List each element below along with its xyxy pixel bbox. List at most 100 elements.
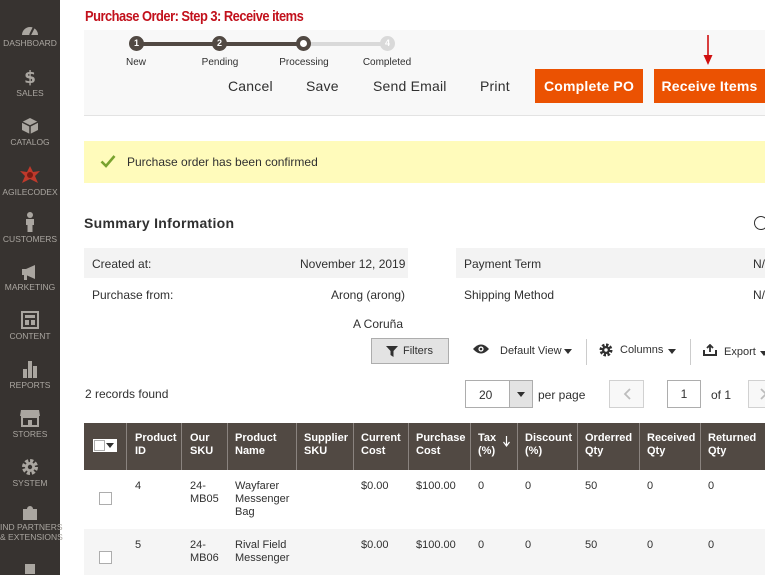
column-header-product-id[interactable]: Product ID: [135, 432, 177, 458]
column-header-returned-qty[interactable]: Returned Qty: [708, 432, 756, 458]
receive-items-button[interactable]: Receive Items: [654, 69, 765, 103]
nav-marketing[interactable]: MARKETING: [0, 264, 60, 292]
cell-discount: 0: [525, 480, 532, 492]
column-header-line: Name: [235, 445, 265, 457]
table-header: Product ID Our SKU Product Name Supplier SKU…: [84, 423, 765, 470]
cell-line: MB06: [190, 552, 219, 564]
nav-agilecodex[interactable]: AGILECODEX: [0, 165, 60, 197]
dashboard-icon: [22, 26, 38, 36]
cell-line: Rival Field: [235, 539, 287, 551]
save-button[interactable]: Save: [306, 78, 339, 94]
column-divider: [577, 423, 578, 470]
sort-arrow-icon[interactable]: [503, 436, 510, 447]
person-icon: [26, 212, 34, 232]
step-3-marker: [296, 36, 311, 51]
cell-line: 24-: [190, 539, 206, 551]
print-button[interactable]: Print: [480, 78, 510, 94]
nav-dashboard[interactable]: DASHBOARD: [0, 22, 60, 48]
cell-purchase-cost: $100.00: [416, 539, 456, 551]
nav-reports-label: REPORTS: [9, 380, 51, 390]
column-header-supplier-sku[interactable]: Supplier SKU: [304, 432, 348, 458]
per-page-select[interactable]: 20: [465, 380, 533, 408]
nav-partners-label: IND PARTNERS & EXTENSIONS: [0, 522, 63, 542]
column-header-line: (%): [525, 445, 543, 457]
nav-system[interactable]: SYSTEM: [0, 458, 60, 488]
column-header-product-name[interactable]: Product Name: [235, 432, 277, 458]
records-found: 2 records found: [85, 387, 169, 401]
puzzle-icon: [23, 506, 37, 520]
column-divider: [470, 423, 471, 470]
eye-icon: [473, 344, 489, 354]
filters-button-label: Filters: [403, 345, 433, 357]
success-message: Purchase order has been confirmed: [84, 141, 765, 183]
nav-catalog-label: CATALOG: [10, 137, 50, 147]
column-header-received-qty[interactable]: Received Qty: [647, 432, 695, 458]
column-header-current-cost[interactable]: Current Cost: [361, 432, 401, 458]
column-header-tax[interactable]: Tax (%): [478, 432, 496, 458]
column-header-line: Product: [235, 432, 277, 444]
column-divider: [517, 423, 518, 470]
chevron-down-icon: [668, 349, 676, 354]
cell-ordered-qty: 50: [585, 539, 598, 551]
purchase-from-row: Purchase from: Arong (arong): [84, 279, 408, 309]
nav-dashboard-label: DASHBOARD: [3, 38, 57, 48]
nav-catalog[interactable]: CATALOG: [0, 117, 60, 147]
select-all-checkbox[interactable]: [94, 440, 105, 451]
page-number-input[interactable]: 1: [667, 380, 701, 408]
row-checkbox[interactable]: [99, 551, 112, 564]
toolbar-divider: [690, 339, 691, 365]
table-row[interactable]: 5 24- MB06 Rival Field Messenger $0.00 $10…: [84, 529, 765, 575]
column-header-line: Cost: [361, 445, 386, 457]
created-at-row: Created at: November 12, 2019: [84, 248, 408, 278]
purchase-from-label: Purchase from:: [92, 288, 174, 302]
per-page-toggle[interactable]: [509, 381, 532, 407]
column-divider: [296, 423, 297, 470]
per-page-value: 20: [479, 388, 493, 402]
purchase-from-city-row: A Coruña: [84, 308, 408, 338]
cancel-button[interactable]: Cancel: [228, 78, 273, 94]
nav-sales-label: SALES: [16, 88, 44, 98]
shipping-method-row: Shipping Method N/: [456, 279, 765, 309]
nav-content[interactable]: CONTENT: [0, 311, 60, 341]
column-header-ordered-qty[interactable]: Orderred Qty: [585, 432, 632, 458]
cell-line: 24-: [190, 480, 206, 492]
column-header-discount[interactable]: Discount (%): [525, 432, 572, 458]
nav-customers[interactable]: CUSTOMERS: [0, 212, 60, 244]
column-header-line: Product: [135, 432, 177, 444]
next-page-button[interactable]: [748, 380, 765, 408]
filters-button[interactable]: Filters: [371, 338, 449, 364]
complete-po-button[interactable]: Complete PO: [535, 69, 643, 103]
success-message-text: Purchase order has been confirmed: [127, 155, 318, 169]
column-header-line: (%): [478, 445, 496, 457]
checkmark-icon: [100, 155, 116, 168]
previous-page-button[interactable]: [609, 380, 644, 408]
nav-stores[interactable]: STORES: [0, 409, 60, 439]
mass-select-dropdown[interactable]: [93, 439, 117, 452]
nav-sales[interactable]: $ SALES: [0, 68, 60, 98]
column-header-line: Qty: [585, 445, 604, 457]
megaphone-icon: [22, 265, 35, 280]
svg-text:$: $: [24, 68, 36, 86]
row-checkbox[interactable]: [99, 492, 112, 505]
nav-reports[interactable]: REPORTS: [0, 360, 60, 390]
send-email-button[interactable]: Send Email: [373, 78, 447, 94]
per-page-label: per page: [538, 388, 586, 402]
cell-product-name: Rival Field Messenger: [235, 539, 289, 565]
column-header-purchase-cost[interactable]: Purchase Cost: [416, 432, 466, 458]
cell-ordered-qty: 50: [585, 480, 598, 492]
collapse-toggle-icon[interactable]: [754, 216, 765, 230]
cell-returned-qty: 0: [708, 480, 715, 492]
nav-next[interactable]: [0, 560, 60, 574]
annotation-title: Purchase Order: Step 3: Receive items: [85, 8, 304, 25]
chevron-right-icon: [760, 388, 765, 400]
cell-current-cost: $0.00: [361, 480, 389, 492]
column-header-our-sku[interactable]: Our SKU: [190, 432, 213, 458]
nav-partners-label-line1: IND PARTNERS: [0, 522, 63, 532]
nav-partners-extensions[interactable]: IND PARTNERS & EXTENSIONS: [0, 506, 63, 542]
summary-title: Summary Information: [84, 215, 235, 231]
payment-term-row: Payment Term N/: [456, 248, 765, 278]
cell-purchase-cost: $100.00: [416, 480, 456, 492]
table-row[interactable]: 4 24- MB05 Wayfarer Messenger Bag $0.00 $10…: [84, 470, 765, 529]
funnel-icon: [386, 346, 398, 357]
step-label-pending: Pending: [201, 57, 239, 68]
